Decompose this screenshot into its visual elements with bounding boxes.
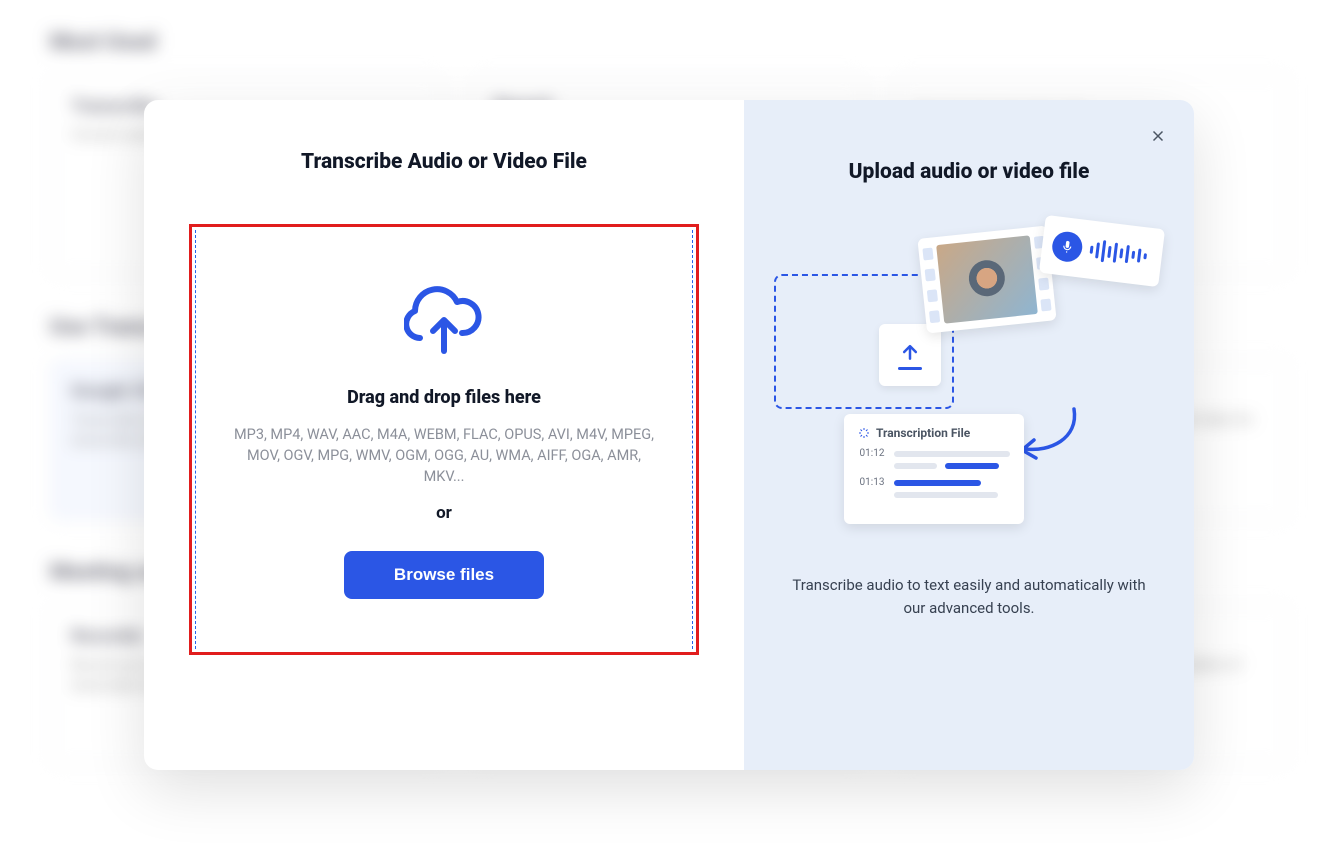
modal-left-panel: Transcribe Audio or Video File Drag and …: [144, 100, 744, 770]
modal-right-panel: Upload audio or video file: [744, 100, 1194, 770]
file-dropzone[interactable]: Drag and drop files here MP3, MP4, WAV, …: [195, 230, 693, 649]
close-icon: [1149, 127, 1167, 145]
cloud-upload-icon: [404, 285, 484, 357]
dropzone-highlight: Drag and drop files here MP3, MP4, WAV, …: [189, 224, 699, 655]
upload-illustration: Transcription File 01:12 01:13: [774, 234, 1164, 544]
or-divider: or: [226, 503, 662, 523]
supported-formats: MP3, MP4, WAV, AAC, M4A, WEBM, FLAC, OPU…: [226, 424, 662, 487]
modal-title: Transcribe Audio or Video File: [189, 150, 699, 174]
illus-upload-square: [879, 324, 941, 386]
illus-arrow-curve: [1014, 404, 1084, 464]
right-panel-title: Upload audio or video file: [849, 160, 1090, 184]
browse-files-button[interactable]: Browse files: [344, 551, 544, 599]
upload-modal: Transcribe Audio or Video File Drag and …: [144, 100, 1194, 770]
close-button[interactable]: [1146, 124, 1170, 148]
illus-video-card: [917, 225, 1056, 333]
illus-transcription-card: Transcription File 01:12 01:13: [844, 414, 1024, 524]
microphone-icon: [1051, 230, 1084, 263]
right-panel-description: Transcribe audio to text easily and auto…: [784, 574, 1154, 619]
dropzone-heading: Drag and drop files here: [226, 387, 662, 408]
arrow-up-icon: [900, 341, 920, 363]
sparkle-icon: [858, 427, 870, 439]
illus-audio-card: [1039, 215, 1165, 287]
